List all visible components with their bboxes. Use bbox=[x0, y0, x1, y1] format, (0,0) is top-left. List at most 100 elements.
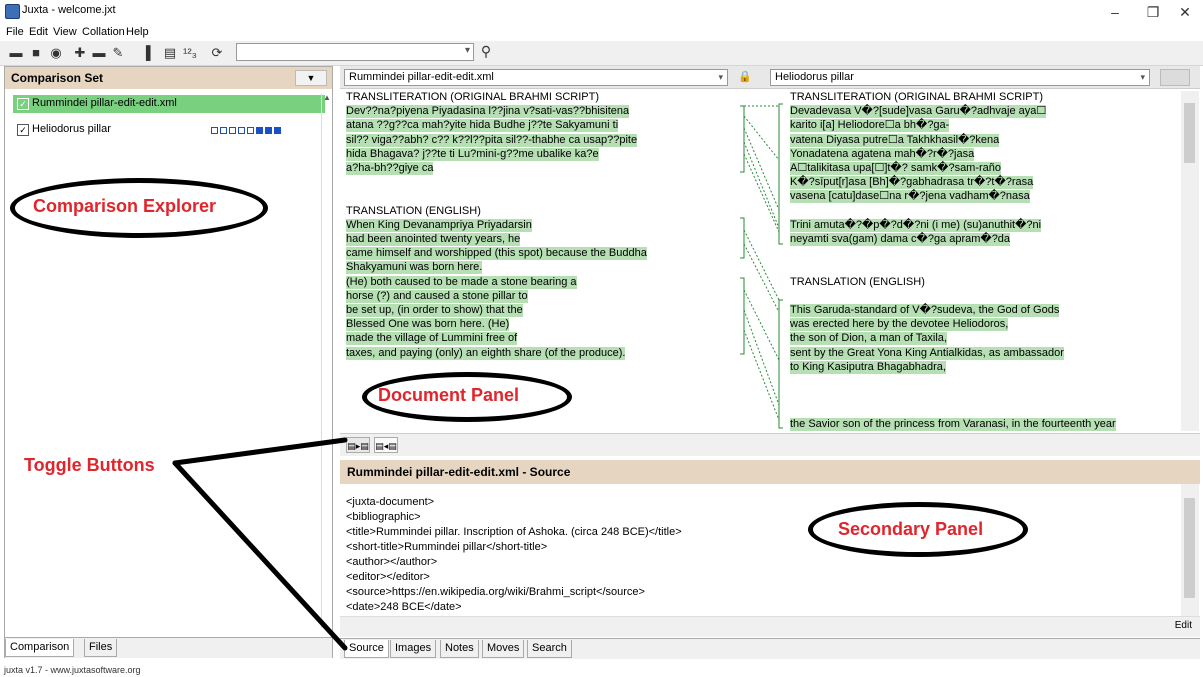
tab-search[interactable]: Search bbox=[527, 640, 572, 658]
left-panel-tabs: Comparison Files bbox=[5, 637, 332, 658]
add-icon[interactable]: ✚ bbox=[72, 45, 88, 61]
source-line: <short-title>Rummindei pillar</short-tit… bbox=[346, 541, 548, 553]
lock-icon[interactable]: 🔒 bbox=[730, 69, 760, 86]
app-icon bbox=[5, 4, 20, 19]
right-line: This Garuda-standard of V�?sudeva, the G… bbox=[790, 304, 1060, 317]
side-by-side-toggle-button[interactable]: ▤▸▤ bbox=[346, 437, 370, 453]
refresh-icon[interactable]: ⟳ bbox=[209, 45, 225, 61]
left-line: (He) both caused to be made a stone bear… bbox=[346, 275, 577, 289]
left-document-name: Rummindei pillar-edit-edit.xml bbox=[349, 71, 494, 83]
left-line: taxes, and paying (only) an eighth share… bbox=[346, 346, 626, 360]
close-button[interactable]: ✕ bbox=[1170, 2, 1200, 22]
annotation-toggle-buttons: Toggle Buttons bbox=[24, 455, 155, 475]
settings-icon[interactable]: ◉ bbox=[48, 45, 64, 61]
tab-files[interactable]: Files bbox=[84, 639, 118, 657]
tab-comparison[interactable]: Comparison bbox=[5, 639, 75, 657]
collation-toggle-button[interactable]: ▤◂▤ bbox=[374, 437, 398, 453]
minimize-button[interactable]: – bbox=[1100, 2, 1130, 22]
left-line: TRANSLATION (ENGLISH) bbox=[346, 204, 481, 217]
secondary-panel-header: Rummindei pillar-edit-edit.xml - Source bbox=[340, 460, 1200, 484]
left-line: made the village of Lummini free of bbox=[346, 332, 518, 346]
right-line: sent by the Great Yona King Antialkidas,… bbox=[790, 346, 1064, 360]
source-line: <bibliographic> bbox=[346, 511, 421, 523]
window-title: Juxta - welcome.jxt bbox=[22, 4, 116, 16]
document-name: Heliodorus pillar bbox=[32, 123, 111, 135]
chevron-down-icon[interactable]: ▾ bbox=[1140, 70, 1145, 85]
left-line: When King Devanampriya Priyadarsin bbox=[346, 218, 532, 232]
tab-notes[interactable]: Notes bbox=[440, 640, 479, 658]
source-line: <source>https://en.wikipedia.org/wiki/Br… bbox=[346, 586, 645, 598]
checkbox-checked-icon[interactable]: ✓ bbox=[17, 98, 29, 110]
right-line: was erected here by the devotee Heliodor… bbox=[790, 318, 1009, 332]
source-line: <title>Rummindei pillar. Inscription of … bbox=[346, 526, 682, 538]
chevron-down-icon[interactable]: ▾ bbox=[465, 45, 470, 56]
toolbar: ▬ ■ ◉ ✚ ▬ ✎ ▐ ▤ ¹²₃ ⟳ ▾ ⚲ bbox=[0, 41, 1203, 66]
left-line: sil?? viga??abh? c?? k??l??pita sil??-th… bbox=[346, 133, 638, 147]
scrollbar[interactable]: ▲ bbox=[321, 93, 332, 628]
difference-density-indicator bbox=[211, 125, 283, 137]
annotation-secondary-panel: Secondary Panel bbox=[838, 519, 984, 539]
left-line: be set up, (in order to show) that the bbox=[346, 304, 523, 317]
source-line: <editor></editor> bbox=[346, 571, 430, 583]
chevron-down-icon[interactable]: ▾ bbox=[718, 70, 723, 85]
left-line: came himself and worshipped (this spot) … bbox=[346, 247, 647, 261]
left-line: had been anointed twenty years, he bbox=[346, 233, 521, 246]
tab-source[interactable]: Source bbox=[344, 640, 389, 658]
search-input[interactable]: ▾ bbox=[236, 43, 474, 61]
menu-bar: File Edit View Collation Help bbox=[0, 24, 1203, 41]
document-name: Rummindei pillar-edit-edit.xml bbox=[32, 97, 177, 109]
right-line: to King Kasiputra Bhagabhadra, bbox=[790, 360, 946, 374]
left-line: hida Bhagava? j??te ti Lu?mini-g??me uba… bbox=[346, 147, 599, 161]
left-line: Dev??na?piyena Piyadasina l??jina v?sati… bbox=[346, 105, 630, 119]
menu-help[interactable]: Help bbox=[126, 26, 149, 38]
right-line: Devadevasa V�?[sude]vasa Garu�?adhvaje a… bbox=[790, 105, 1047, 119]
right-line: karito i[a] Heliodore☐a bh�?ga- bbox=[790, 119, 950, 133]
right-line: Yonadatena agatena mah�?r�?jasa bbox=[790, 147, 975, 161]
right-line: TRANSLATION (ENGLISH) bbox=[790, 275, 925, 288]
tab-images[interactable]: Images bbox=[390, 640, 437, 658]
collate-icon[interactable]: ▤ bbox=[162, 45, 178, 61]
left-line: TRANSLITERATION (ORIGINAL BRAHMI SCRIPT) bbox=[346, 91, 600, 103]
maximize-button[interactable]: ❐ bbox=[1138, 2, 1168, 22]
save-icon[interactable]: ■ bbox=[28, 45, 44, 61]
right-line: the son of Dion, a man of Taxila, bbox=[790, 332, 947, 346]
comparison-set-header: Comparison Set ▼ bbox=[5, 67, 332, 89]
remove-icon[interactable]: ▬ bbox=[91, 45, 107, 61]
comparison-set-panel: Comparison Set ▼ ✓ Rummindei pillar-edit… bbox=[4, 66, 333, 658]
menu-edit[interactable]: Edit bbox=[29, 26, 48, 38]
histogram-toggle-button[interactable] bbox=[1160, 69, 1190, 86]
right-line: K�?sīput[r]asa [Bh]�?gabhadrasa tr�?t�?r… bbox=[790, 176, 1034, 190]
menu-view[interactable]: View bbox=[53, 26, 77, 38]
left-document-select[interactable]: Rummindei pillar-edit-edit.xml ▾ bbox=[344, 69, 728, 86]
tab-moves[interactable]: Moves bbox=[482, 640, 525, 658]
title-bar: Juxta - welcome.jxt – ❐ ✕ bbox=[0, 0, 1203, 24]
secondary-panel-title: Rummindei pillar-edit-edit.xml - Source bbox=[347, 465, 571, 479]
comparison-set-dropdown[interactable]: ▼ bbox=[295, 70, 327, 86]
right-document-text: TRANSLITERATION (ORIGINAL BRAHMI SCRIPT)… bbox=[790, 91, 1180, 431]
right-line: the Savior son of the princess from Vara… bbox=[790, 417, 1116, 431]
checkbox-checked-icon[interactable]: ✓ bbox=[17, 124, 29, 136]
edit-button[interactable]: Edit bbox=[1175, 620, 1192, 631]
document-row-heliodorus[interactable]: ✓ Heliodorus pillar bbox=[13, 121, 325, 139]
comparison-set-title: Comparison Set bbox=[11, 71, 104, 85]
right-line: neyamti sva(gam) dama c�?ga apram�?da bbox=[790, 233, 1011, 246]
secondary-scrollbar[interactable] bbox=[1181, 484, 1199, 616]
menu-file[interactable]: File bbox=[6, 26, 24, 38]
scrollbar-thumb[interactable] bbox=[1184, 103, 1195, 163]
edit-icon[interactable]: ✎ bbox=[110, 45, 126, 61]
right-line: vatena Diyasa putre☐a Takhkhasil�?kena bbox=[790, 133, 1000, 147]
right-line: Trini amuta�?�p�?d�?ni (i me) (su)anuthi… bbox=[790, 218, 1042, 232]
open-folder-icon[interactable]: ▬ bbox=[8, 45, 24, 61]
source-line: <date>248 BCE</date> bbox=[346, 601, 462, 613]
status-bar: juxta v1.7 - www.juxtasoftware.org bbox=[4, 665, 141, 675]
document-row-rummindei[interactable]: ✓ Rummindei pillar-edit-edit.xml bbox=[13, 95, 325, 113]
histogram-icon[interactable]: ▐ bbox=[138, 45, 154, 61]
document-scrollbar[interactable] bbox=[1181, 91, 1199, 431]
numbering-icon[interactable]: ¹²₃ bbox=[182, 45, 198, 61]
menu-collation[interactable]: Collation bbox=[82, 26, 125, 38]
right-document-select[interactable]: Heliodorus pillar ▾ bbox=[770, 69, 1150, 86]
annotation-document-panel: Document Panel bbox=[378, 385, 520, 405]
edit-row: Edit bbox=[340, 616, 1200, 637]
secondary-panel-tabs: Source Images Notes Moves Search bbox=[340, 638, 1200, 659]
search-icon[interactable]: ⚲ bbox=[478, 43, 494, 59]
